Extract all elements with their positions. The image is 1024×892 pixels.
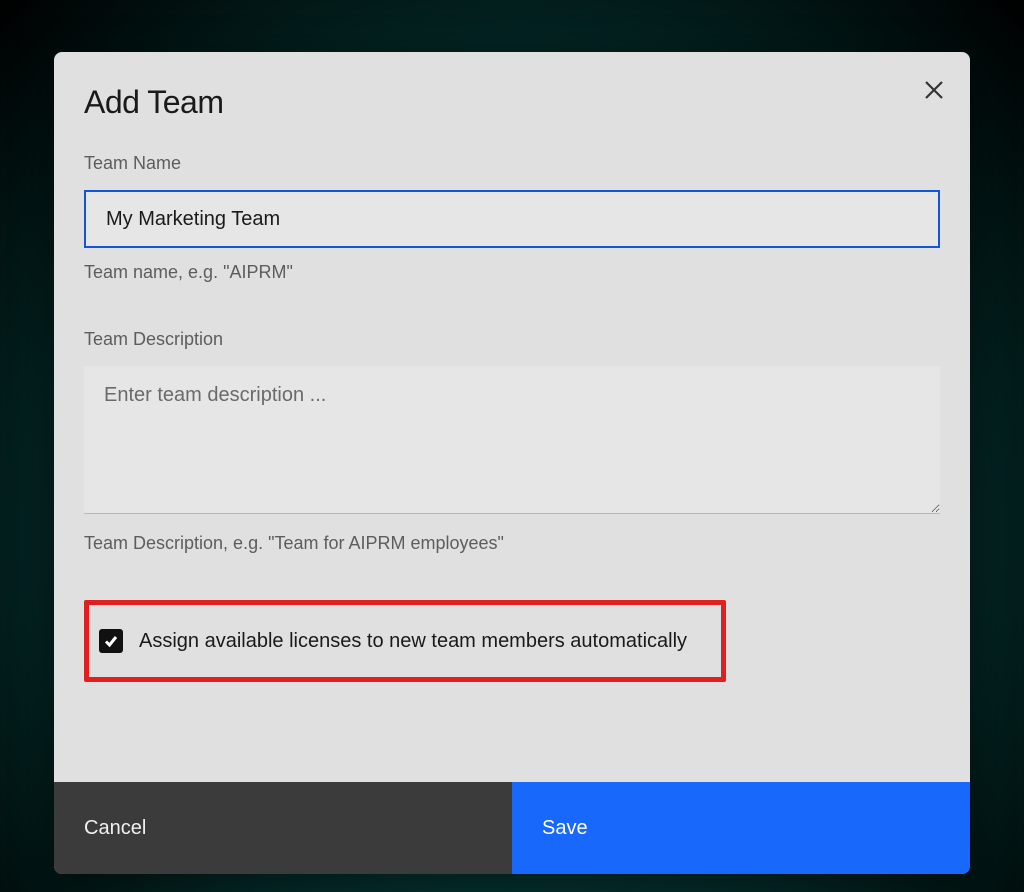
team-name-label: Team Name [84, 153, 940, 174]
checkmark-icon [103, 633, 119, 649]
modal-body: Add Team Team Name Team name, e.g. "AIPR… [54, 52, 970, 782]
assign-licenses-label: Assign available licenses to new team me… [139, 630, 687, 653]
assign-licenses-highlight: Assign available licenses to new team me… [84, 600, 726, 682]
cancel-button[interactable]: Cancel [54, 782, 512, 874]
team-description-help: Team Description, e.g. "Team for AIPRM e… [84, 533, 940, 554]
team-name-field-group: Team Name Team name, e.g. "AIPRM" [84, 153, 940, 283]
modal-footer: Cancel Save [54, 782, 970, 874]
team-name-input[interactable] [84, 190, 940, 248]
close-icon [924, 80, 944, 100]
save-button[interactable]: Save [512, 782, 970, 874]
team-name-help: Team name, e.g. "AIPRM" [84, 262, 940, 283]
team-description-label: Team Description [84, 329, 940, 350]
close-button[interactable] [922, 78, 946, 102]
modal-title: Add Team [84, 84, 940, 121]
team-description-textarea[interactable] [84, 366, 940, 514]
assign-licenses-checkbox[interactable] [99, 629, 123, 653]
add-team-modal: Add Team Team Name Team name, e.g. "AIPR… [54, 52, 970, 874]
team-description-field-group: Team Description Team Description, e.g. … [84, 329, 940, 554]
